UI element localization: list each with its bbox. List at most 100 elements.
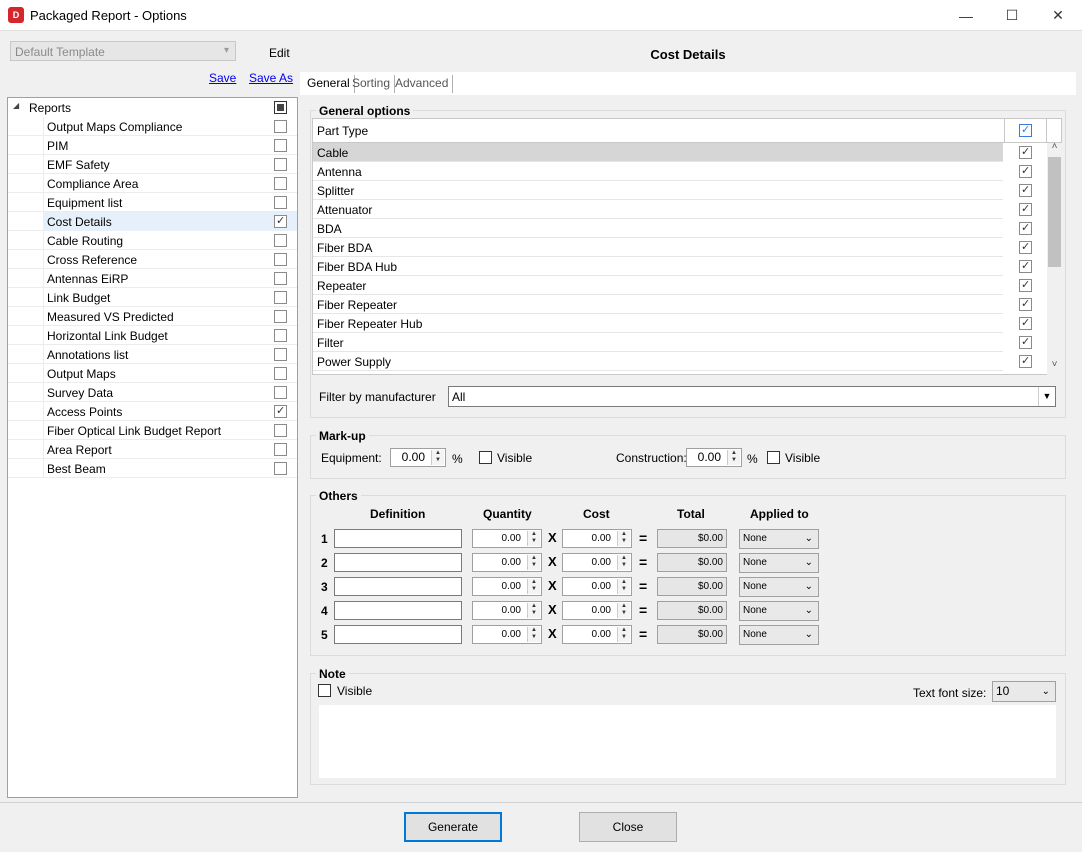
- spinner-icon[interactable]: ▲ ▼: [617, 579, 630, 594]
- part-type-row[interactable]: Power Supply ✓: [313, 352, 1032, 371]
- tree-item[interactable]: Horizontal Link Budget: [8, 326, 297, 345]
- cost-input[interactable]: 0.00 ▲ ▼: [562, 625, 632, 644]
- close-window-button[interactable]: ✕: [1035, 0, 1081, 31]
- part-type-row[interactable]: Antenna ✓: [313, 162, 1032, 181]
- tab-sorting[interactable]: Sorting: [348, 75, 396, 93]
- tree-item[interactable]: Antennas EiRP: [8, 269, 297, 288]
- report-checkbox[interactable]: [274, 253, 287, 266]
- report-checkbox[interactable]: [274, 177, 287, 190]
- report-checkbox[interactable]: [274, 139, 287, 152]
- spinner-icon[interactable]: ▲ ▼: [617, 531, 630, 546]
- tree-item[interactable]: Survey Data: [8, 383, 297, 402]
- spinner-icon[interactable]: ▲ ▼: [727, 450, 740, 465]
- spinner-icon[interactable]: ▲ ▼: [527, 555, 540, 570]
- tree-item[interactable]: Area Report: [8, 440, 297, 459]
- part-type-row[interactable]: Fiber BDA Hub ✓: [313, 257, 1032, 276]
- tab-general[interactable]: General: [303, 75, 355, 93]
- part-type-row[interactable]: Filter ✓: [313, 333, 1032, 352]
- part-type-checkbox[interactable]: ✓: [1019, 260, 1032, 273]
- note-textarea[interactable]: [319, 705, 1056, 778]
- spinner-icon[interactable]: ▲ ▼: [617, 603, 630, 618]
- tree-item[interactable]: Cable Routing: [8, 231, 297, 250]
- spinner-icon[interactable]: ▲ ▼: [431, 450, 444, 465]
- part-type-checkbox[interactable]: ✓: [1019, 146, 1032, 159]
- generate-button[interactable]: Generate: [404, 812, 502, 842]
- part-type-checkbox[interactable]: ✓: [1019, 298, 1032, 311]
- cost-input[interactable]: 0.00 ▲ ▼: [562, 601, 632, 620]
- report-checkbox[interactable]: [274, 120, 287, 133]
- report-checkbox[interactable]: ✓: [274, 215, 287, 228]
- spinner-icon[interactable]: ▲ ▼: [617, 627, 630, 642]
- cost-input[interactable]: 0.00 ▲ ▼: [562, 553, 632, 572]
- quantity-input[interactable]: 0.00 ▲ ▼: [472, 553, 542, 572]
- construction-markup-input[interactable]: 0.00 ▲ ▼: [686, 448, 742, 467]
- note-visible-checkbox[interactable]: [318, 684, 331, 697]
- part-type-checkbox[interactable]: ✓: [1019, 355, 1032, 368]
- spinner-icon[interactable]: ▲ ▼: [527, 531, 540, 546]
- tree-item[interactable]: Compliance Area: [8, 174, 297, 193]
- part-type-checkbox[interactable]: ✓: [1019, 203, 1032, 216]
- applied-to-select[interactable]: None ⌄: [739, 601, 819, 621]
- construction-visible-checkbox[interactable]: [767, 451, 780, 464]
- quantity-input[interactable]: 0.00 ▲ ▼: [472, 601, 542, 620]
- tree-item[interactable]: PIM: [8, 136, 297, 155]
- quantity-input[interactable]: 0.00 ▲ ▼: [472, 577, 542, 596]
- applied-to-select[interactable]: None ⌄: [739, 625, 819, 645]
- template-select[interactable]: Default Template ▾: [10, 41, 236, 61]
- maximize-button[interactable]: ☐: [989, 0, 1035, 31]
- equipment-visible-checkbox[interactable]: [479, 451, 492, 464]
- grid-scrollbar[interactable]: ˄ ˅: [1047, 141, 1062, 375]
- definition-input[interactable]: [334, 601, 462, 620]
- definition-input[interactable]: [334, 577, 462, 596]
- cost-input[interactable]: 0.00 ▲ ▼: [562, 577, 632, 596]
- part-type-checkbox[interactable]: ✓: [1019, 165, 1032, 178]
- edit-label[interactable]: Edit: [269, 46, 290, 60]
- report-checkbox[interactable]: [274, 424, 287, 437]
- tree-item[interactable]: Equipment list: [8, 193, 297, 212]
- part-type-row[interactable]: Splitter ✓: [313, 181, 1032, 200]
- report-checkbox[interactable]: [274, 291, 287, 304]
- part-type-checkbox[interactable]: ✓: [1019, 241, 1032, 254]
- tree-item[interactable]: Access Points ✓: [8, 402, 297, 421]
- part-type-row[interactable]: Fiber Repeater ✓: [313, 295, 1032, 314]
- tree-item[interactable]: Link Budget: [8, 288, 297, 307]
- report-checkbox[interactable]: [274, 158, 287, 171]
- spinner-icon[interactable]: ▲ ▼: [617, 555, 630, 570]
- definition-input[interactable]: [334, 553, 462, 572]
- quantity-input[interactable]: 0.00 ▲ ▼: [472, 625, 542, 644]
- part-type-row[interactable]: Cable ✓: [313, 143, 1032, 162]
- part-type-checkbox[interactable]: ✓: [1019, 184, 1032, 197]
- tree-item[interactable]: Measured VS Predicted: [8, 307, 297, 326]
- tree-item[interactable]: Output Maps: [8, 364, 297, 383]
- minimize-button[interactable]: —: [943, 0, 989, 31]
- part-type-checkbox[interactable]: ✓: [1019, 279, 1032, 292]
- part-type-row[interactable]: Fiber BDA ✓: [313, 238, 1032, 257]
- definition-input[interactable]: [334, 529, 462, 548]
- scroll-thumb[interactable]: [1048, 157, 1061, 267]
- tree-root[interactable]: ◢ Reports: [8, 98, 297, 117]
- report-checkbox[interactable]: [274, 272, 287, 285]
- report-checkbox[interactable]: [274, 329, 287, 342]
- applied-to-select[interactable]: None ⌄: [739, 577, 819, 597]
- report-checkbox[interactable]: [274, 443, 287, 456]
- report-checkbox[interactable]: [274, 196, 287, 209]
- chevron-down-icon[interactable]: ▼: [1038, 387, 1055, 406]
- equipment-markup-input[interactable]: 0.00 ▲ ▼: [390, 448, 446, 467]
- spinner-icon[interactable]: ▲ ▼: [527, 579, 540, 594]
- report-checkbox[interactable]: [274, 386, 287, 399]
- definition-input[interactable]: [334, 625, 462, 644]
- report-checkbox[interactable]: [274, 348, 287, 361]
- save-link[interactable]: Save: [209, 71, 236, 85]
- spinner-icon[interactable]: ▲ ▼: [527, 627, 540, 642]
- spinner-icon[interactable]: ▲ ▼: [527, 603, 540, 618]
- applied-to-select[interactable]: None ⌄: [739, 529, 819, 549]
- tab-advanced[interactable]: Advanced: [391, 75, 454, 93]
- applied-to-select[interactable]: None ⌄: [739, 553, 819, 573]
- tree-item[interactable]: Fiber Optical Link Budget Report: [8, 421, 297, 440]
- tree-item[interactable]: Annotations list: [8, 345, 297, 364]
- tree-item[interactable]: Cross Reference: [8, 250, 297, 269]
- report-checkbox[interactable]: ✓: [274, 405, 287, 418]
- quantity-input[interactable]: 0.00 ▲ ▼: [472, 529, 542, 548]
- save-as-link[interactable]: Save As: [249, 71, 293, 85]
- tree-item[interactable]: Cost Details ✓: [8, 212, 297, 231]
